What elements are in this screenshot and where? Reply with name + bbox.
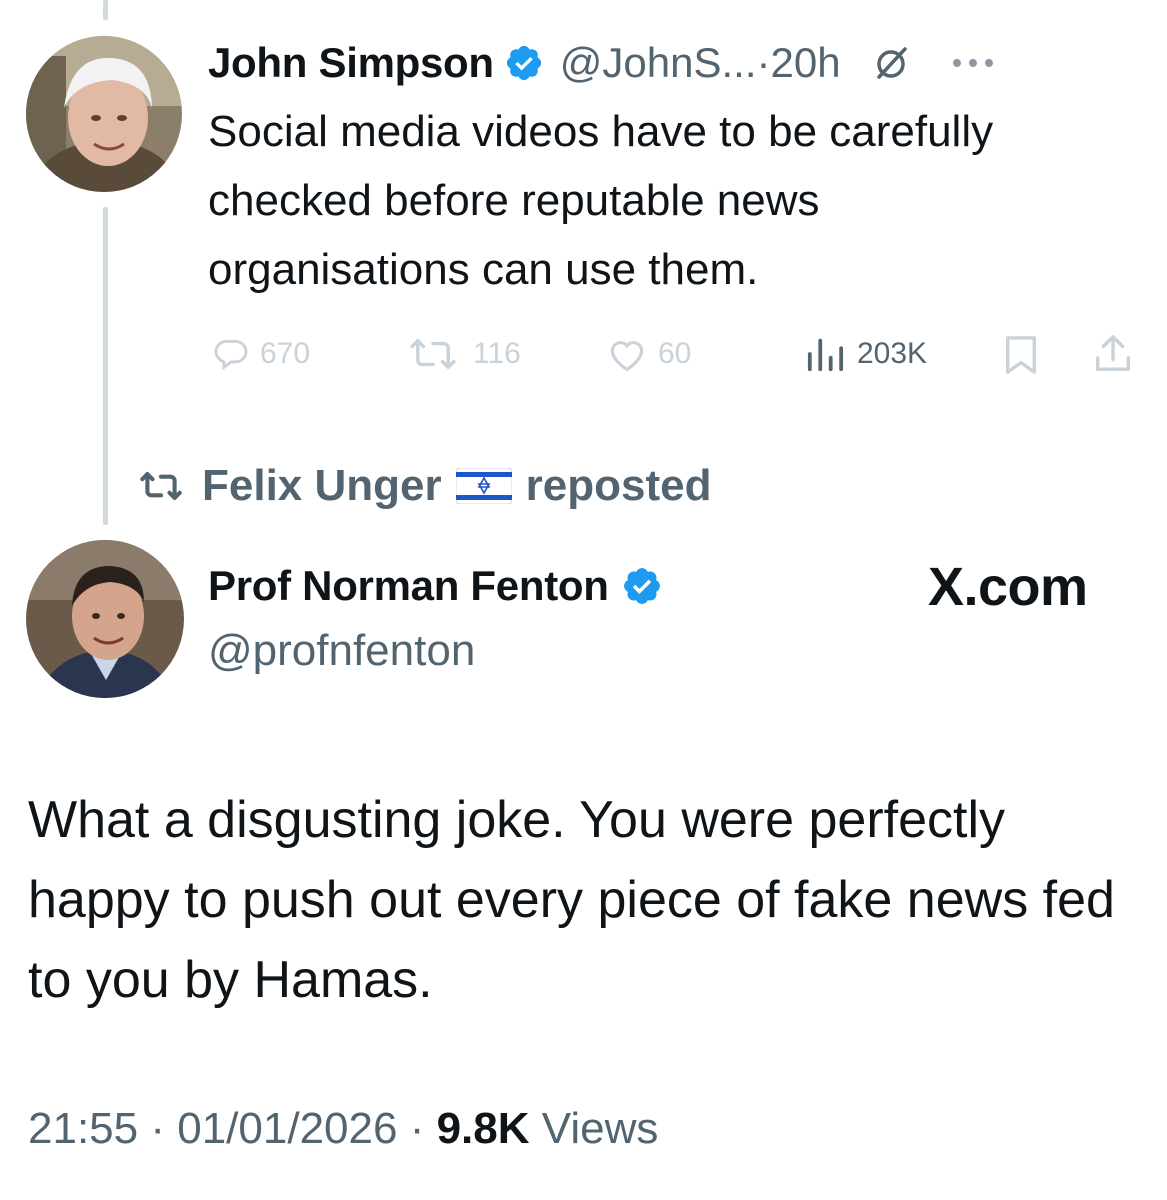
x-site-label: X.com xyxy=(928,557,1088,617)
thread-line-top xyxy=(103,0,108,20)
grok-icon[interactable] xyxy=(871,43,911,83)
reposted-label: reposted xyxy=(525,461,712,510)
repost-icon xyxy=(134,469,188,503)
footer-views-count: 9.8K xyxy=(436,1104,530,1153)
reposter-name[interactable]: Felix Unger xyxy=(202,461,442,511)
repost-banner[interactable]: Felix Unger reposted xyxy=(134,458,711,514)
author-name[interactable]: John Simpson xyxy=(208,39,494,87)
author-handle[interactable]: @profnfenton xyxy=(208,626,475,676)
like-count: 60 xyxy=(658,337,692,370)
quoted-tweet-text: Social media videos have to be carefully… xyxy=(208,107,994,294)
repost-button[interactable]: 116 xyxy=(403,334,521,374)
tweet-footer: 21:55 · 01/01/2026 · 9.8K Views xyxy=(28,1104,658,1154)
views-count: 203K xyxy=(857,337,928,370)
quoted-tweet-header: John Simpson @JohnS... · 20h xyxy=(208,33,995,93)
repost-count: 116 xyxy=(473,337,521,370)
header-separator: · xyxy=(756,39,771,86)
verified-badge-icon xyxy=(621,565,663,607)
thread-line xyxy=(103,207,108,525)
main-tweet-text: What a disgusting joke. You were perfect… xyxy=(28,791,1115,1009)
views-icon xyxy=(803,335,847,373)
repost-icon xyxy=(403,335,463,373)
footer-separator: · xyxy=(150,1104,165,1153)
like-button[interactable]: 60 xyxy=(606,334,691,374)
like-icon xyxy=(606,335,648,373)
footer-date[interactable]: 01/01/2026 xyxy=(177,1104,397,1153)
more-icon[interactable] xyxy=(951,57,995,69)
footer-time[interactable]: 21:55 xyxy=(28,1104,138,1153)
footer-separator: · xyxy=(409,1104,425,1153)
author-handle[interactable]: @JohnS... xyxy=(560,39,757,87)
avatar-john-simpson[interactable] xyxy=(26,36,182,192)
israel-flag-icon xyxy=(455,468,512,504)
reply-icon xyxy=(212,335,250,373)
main-tweet-header: Prof Norman Fenton xyxy=(208,556,663,616)
bookmark-icon[interactable] xyxy=(1002,334,1040,376)
reply-count: 670 xyxy=(260,337,311,370)
author-name[interactable]: Prof Norman Fenton xyxy=(208,562,609,610)
reply-button[interactable]: 670 xyxy=(212,334,310,374)
avatar-norman-fenton[interactable] xyxy=(26,540,184,698)
footer-views-label: Views xyxy=(541,1104,659,1153)
tweet-time[interactable]: 20h xyxy=(770,39,840,87)
views-button[interactable]: 203K xyxy=(803,334,927,374)
verified-badge-icon xyxy=(504,43,544,83)
share-icon[interactable] xyxy=(1092,332,1134,376)
